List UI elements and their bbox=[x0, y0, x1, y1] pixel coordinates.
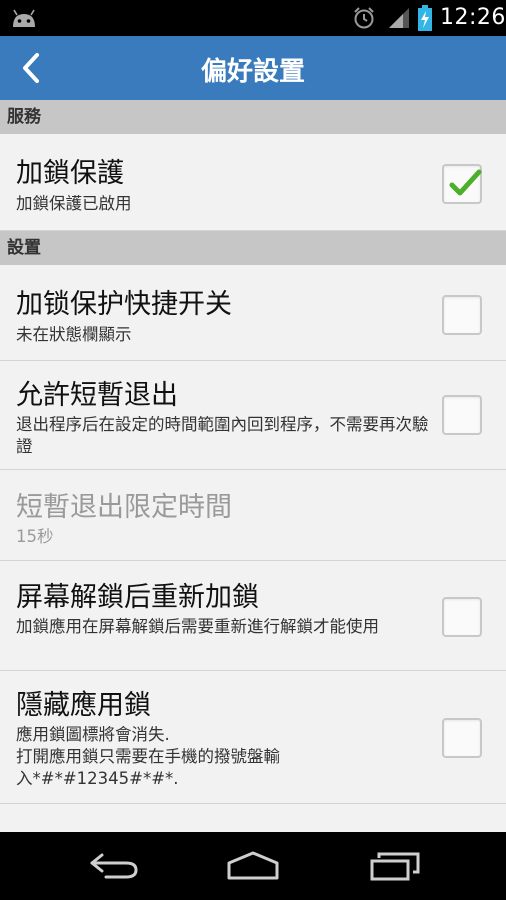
summary-line: 打開應用鎖只需要在手機的撥號盤輸 bbox=[16, 747, 280, 766]
battery-charging-icon bbox=[418, 5, 432, 31]
pref-title: 加鎖保護 bbox=[16, 158, 124, 189]
section-header-settings: 設置 bbox=[0, 231, 506, 265]
section-header-service: 服務 bbox=[0, 100, 506, 134]
pref-summary: 未在狀態欄顯示 bbox=[16, 325, 132, 344]
pref-relock-after-unlock[interactable]: 屏幕解鎖后重新加鎖 加鎖應用在屏幕解鎖后需要重新進行解鎖才能使用 bbox=[0, 561, 506, 671]
pref-summary: 15秒 bbox=[16, 527, 54, 546]
pref-lock-protection[interactable]: 加鎖保護 加鎖保護已啟用 bbox=[0, 134, 506, 231]
summary-line: 入*#*#12345#*#*. bbox=[16, 769, 179, 788]
pref-summary: 應用鎖圖標將會消失. 打開應用鎖只需要在手機的撥號盤輸 入*#*#12345#*… bbox=[16, 724, 436, 790]
navigation-bar bbox=[0, 832, 506, 900]
pref-allow-short-exit[interactable]: 允許短暫退出 退出程序后在設定的時間範圍內回到程序，不需要再次驗證 bbox=[0, 361, 506, 470]
pref-summary: 退出程序后在設定的時間範圍內回到程序，不需要再次驗證 bbox=[16, 415, 429, 456]
back-icon[interactable] bbox=[86, 850, 142, 882]
action-bar: 偏好設置 bbox=[0, 36, 506, 100]
pref-quick-switch[interactable]: 加锁保护快捷开关 未在狀態欄顯示 bbox=[0, 265, 506, 361]
pref-summary: 加鎖保護已啟用 bbox=[16, 194, 132, 213]
android-icon bbox=[13, 9, 35, 27]
recent-apps-icon[interactable] bbox=[368, 850, 424, 882]
allow-short-exit-checkbox[interactable] bbox=[442, 395, 482, 435]
pref-title: 屏幕解鎖后重新加鎖 bbox=[16, 582, 259, 613]
pref-summary: 加鎖應用在屏幕解鎖后需要重新進行解鎖才能使用 bbox=[16, 617, 379, 636]
summary-line: 應用鎖圖標將會消失. bbox=[16, 725, 170, 744]
pref-hide-app-lock[interactable]: 隱藏應用鎖 應用鎖圖標將會消失. 打開應用鎖只需要在手機的撥號盤輸 入*#*#1… bbox=[0, 671, 506, 804]
relock-checkbox[interactable] bbox=[442, 597, 482, 637]
hide-app-lock-checkbox[interactable] bbox=[442, 718, 482, 758]
status-bar: 12:26 bbox=[0, 0, 506, 36]
alarm-icon bbox=[354, 7, 374, 29]
quick-switch-checkbox[interactable] bbox=[442, 295, 482, 335]
page-title: 偏好設置 bbox=[200, 57, 305, 87]
checkmark-icon bbox=[449, 169, 482, 196]
pref-title: 加锁保护快捷开关 bbox=[16, 289, 232, 320]
pref-title: 允許短暫退出 bbox=[16, 380, 178, 411]
home-icon[interactable] bbox=[225, 850, 281, 882]
signal-icon bbox=[389, 8, 409, 28]
pref-short-exit-time: 短暫退出限定時間 15秒 bbox=[0, 470, 506, 561]
status-time: 12:26 bbox=[440, 5, 506, 30]
pref-title: 短暫退出限定時間 bbox=[16, 492, 232, 523]
pref-title: 隱藏應用鎖 bbox=[16, 690, 151, 721]
lock-protection-checkbox[interactable] bbox=[442, 164, 482, 204]
